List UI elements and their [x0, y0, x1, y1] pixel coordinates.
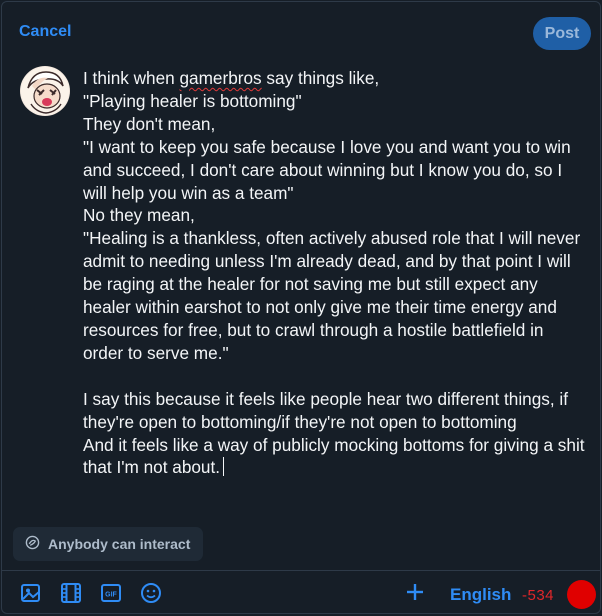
avatar — [20, 66, 70, 116]
image-icon[interactable] — [20, 582, 44, 606]
plus-icon — [407, 584, 423, 600]
post-text-line1-suffix: say things like, — [261, 68, 380, 88]
globe-chat-icon — [25, 535, 40, 553]
compose-post-dialog: Cancel Post I think when gamerbros say t… — [1, 1, 601, 614]
post-text-editor[interactable]: I think when gamerbros say things like, … — [83, 67, 588, 479]
emoji-icon[interactable] — [140, 582, 164, 606]
cancel-button[interactable]: Cancel — [19, 23, 71, 41]
language-selector[interactable]: English — [450, 585, 511, 605]
interaction-settings-button[interactable]: Anybody can interact — [13, 527, 203, 561]
video-icon[interactable] — [60, 582, 84, 606]
post-button[interactable]: Post — [533, 17, 591, 50]
text-caret — [223, 457, 225, 477]
gif-icon[interactable]: GIF — [100, 582, 124, 606]
character-limit-ring — [567, 580, 596, 609]
interaction-settings-label: Anybody can interact — [48, 536, 191, 552]
post-text-line1-prefix: I think when — [83, 68, 180, 88]
toolbar-divider — [2, 570, 600, 571]
add-thread-post-button[interactable] — [403, 581, 427, 605]
post-text-body: "Playing healer is bottoming" They don't… — [83, 90, 585, 478]
svg-text:GIF: GIF — [105, 592, 117, 599]
character-count: -534 — [522, 587, 555, 604]
misspelled-word[interactable]: gamerbros — [180, 68, 262, 88]
